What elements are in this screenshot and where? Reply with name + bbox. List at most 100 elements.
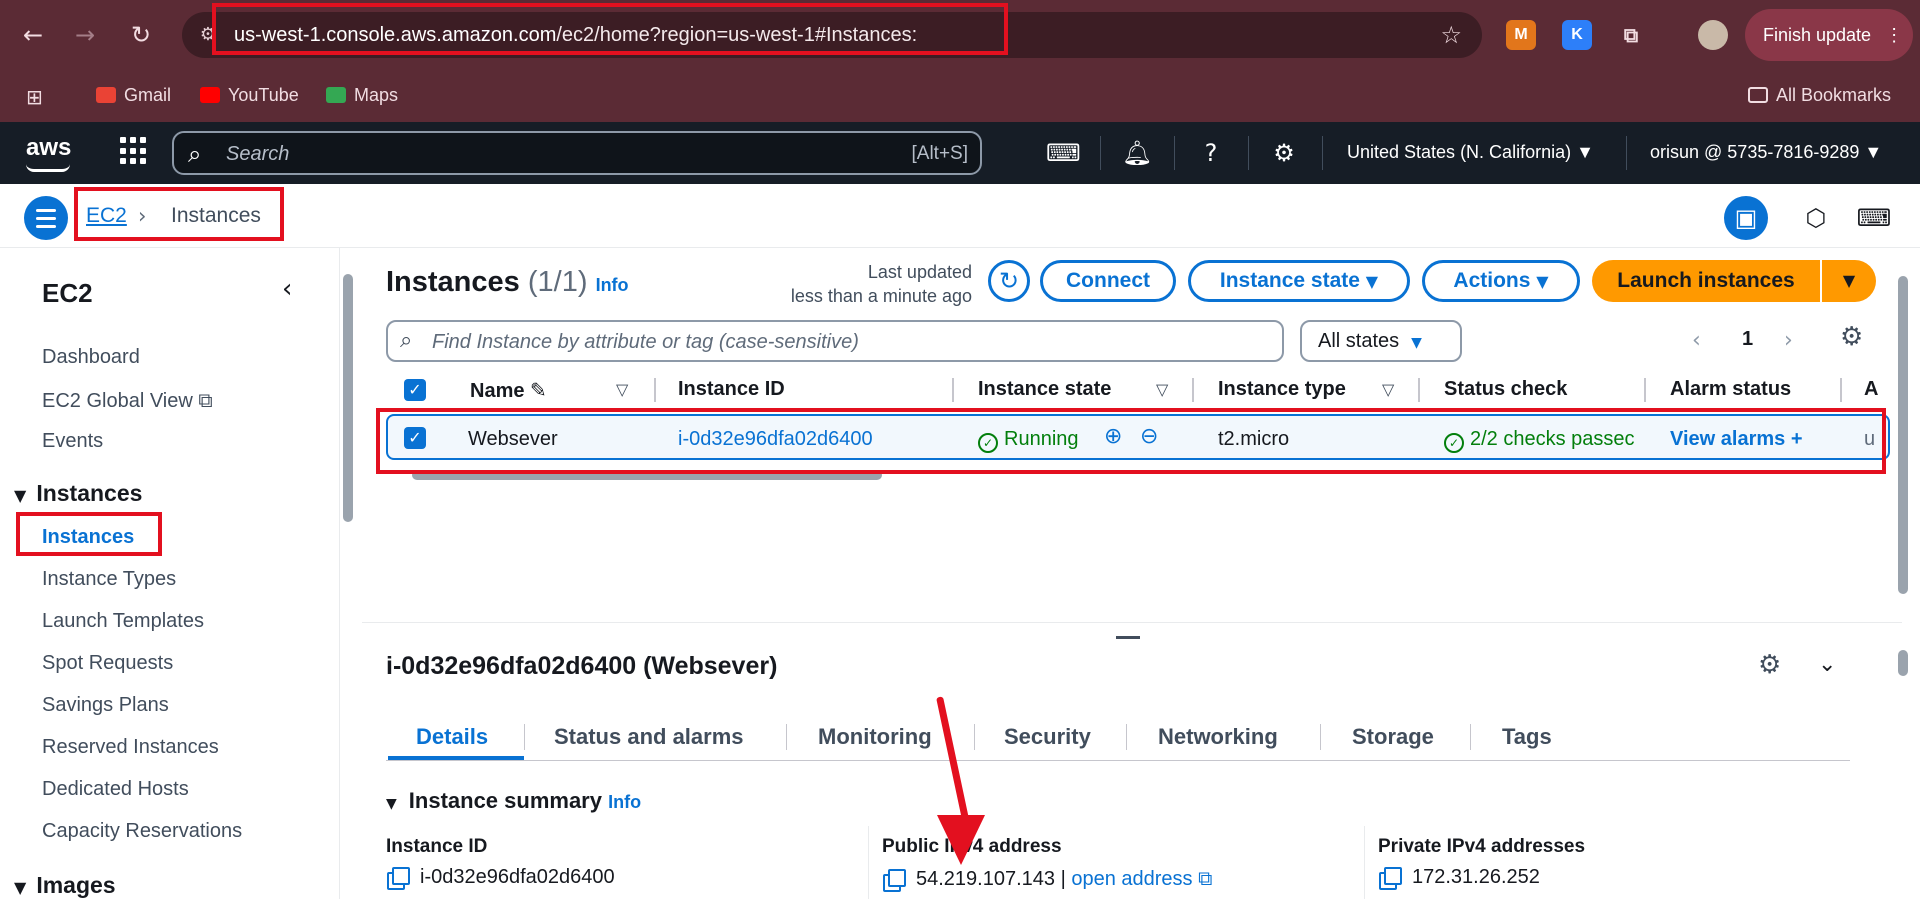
- details-scrollbar[interactable]: [1896, 630, 1910, 896]
- tab-storage[interactable]: Storage: [1352, 724, 1434, 750]
- edit-pencil-icon: ✎: [530, 378, 547, 402]
- extensions-puzzle-icon[interactable]: ⧉: [1616, 20, 1646, 50]
- tab-tags[interactable]: Tags: [1502, 724, 1552, 750]
- caret-down-icon: ▼: [1536, 272, 1549, 291]
- aws-logo[interactable]: aws: [26, 134, 71, 172]
- page-title: Instances (1/1) Info: [386, 266, 629, 298]
- sidebar-item-global-view[interactable]: EC2 Global View ⧉: [42, 388, 213, 413]
- instance-id-label: Instance ID: [386, 836, 488, 857]
- back-icon[interactable]: ←: [18, 20, 48, 50]
- last-updated: Last updated less than a minute ago: [790, 262, 972, 306]
- metamask-extension-icon[interactable]: M: [1506, 20, 1536, 50]
- sort-icon[interactable]: ▽: [1156, 380, 1168, 399]
- sidebar-item-reserved-instances[interactable]: Reserved Instances: [42, 736, 219, 759]
- gmail-icon: [96, 87, 116, 103]
- details-settings-gear-icon[interactable]: ⚙: [1758, 650, 1781, 680]
- aws-search-input[interactable]: ⌕ Search [Alt+S]: [172, 131, 982, 175]
- instance-filter-input[interactable]: ⌕ Find Instance by attribute or tag (cas…: [386, 320, 1284, 362]
- sidebar-item-capacity-reservations[interactable]: Capacity Reservations: [42, 820, 242, 843]
- region-selector[interactable]: United States (N. California) ▼: [1347, 142, 1594, 163]
- sidebar-instances-annotation-box: [16, 512, 162, 556]
- col-status-check[interactable]: Status check: [1444, 378, 1567, 401]
- col-instance-id[interactable]: Instance ID: [678, 378, 785, 401]
- tab-monitoring[interactable]: Monitoring: [818, 724, 932, 750]
- prev-page-icon[interactable]: ‹: [1692, 328, 1701, 353]
- col-extra[interactable]: A: [1864, 378, 1878, 401]
- account-menu[interactable]: orisun @ 5735-7816-9289 ▼: [1650, 142, 1882, 163]
- main-scrollbar[interactable]: [1896, 254, 1910, 612]
- connect-button[interactable]: Connect: [1040, 260, 1176, 302]
- breadcrumb-annotation-box: [74, 187, 284, 241]
- col-alarm-status[interactable]: Alarm status: [1670, 378, 1791, 401]
- chevron-down-icon[interactable]: ⌄: [1818, 652, 1836, 677]
- split-panel-icon[interactable]: ▣: [1724, 196, 1768, 240]
- folder-icon: [1748, 87, 1768, 103]
- sidebar-item-dedicated-hosts[interactable]: Dedicated Hosts: [42, 778, 189, 801]
- feedback-icon[interactable]: ⌨: [1852, 196, 1896, 240]
- launch-instances-button[interactable]: Launch instances: [1592, 260, 1820, 302]
- col-instance-type[interactable]: Instance type: [1218, 378, 1346, 401]
- bookmark-maps[interactable]: Maps: [326, 85, 398, 106]
- sidebar-item-launch-templates[interactable]: Launch Templates: [42, 610, 204, 633]
- launch-dropdown-button[interactable]: ▼: [1822, 260, 1876, 302]
- instance-id-value: i-0d32e96dfa02d6400: [392, 866, 615, 889]
- select-all-checkbox[interactable]: ✓: [404, 379, 426, 401]
- tab-networking[interactable]: Networking: [1158, 724, 1278, 750]
- table-settings-gear-icon[interactable]: ⚙: [1840, 322, 1863, 352]
- refresh-button[interactable]: ↻: [988, 260, 1030, 302]
- bookmark-star-icon[interactable]: ☆: [1440, 21, 1462, 49]
- sidebar-item-instance-types[interactable]: Instance Types: [42, 568, 176, 591]
- open-address-link[interactable]: open address: [1071, 868, 1192, 890]
- instance-state-button[interactable]: Instance state ▼: [1188, 260, 1410, 302]
- reload-icon[interactable]: ↻: [126, 20, 156, 50]
- all-bookmarks[interactable]: All Bookmarks: [1748, 85, 1891, 106]
- forward-icon[interactable]: →: [70, 20, 100, 50]
- instance-summary-header[interactable]: ▼ Instance summary Info: [386, 788, 641, 814]
- sidebar-item-savings-plans[interactable]: Savings Plans: [42, 694, 169, 717]
- help-icon[interactable]: ?: [1194, 136, 1228, 170]
- tab-details[interactable]: Details: [416, 724, 488, 750]
- sidebar-item-events[interactable]: Events: [42, 430, 103, 453]
- finish-update-button[interactable]: Finish update ⋮: [1745, 9, 1913, 61]
- sidebar-title: EC2: [42, 278, 93, 308]
- copy-icon[interactable]: [1384, 867, 1402, 885]
- k-extension-icon[interactable]: K: [1562, 20, 1592, 50]
- split-panel-handle[interactable]: [1116, 636, 1140, 639]
- split-divider: [362, 622, 1902, 623]
- row-annotation-box: [376, 408, 1886, 474]
- tab-security[interactable]: Security: [1004, 724, 1091, 750]
- caret-down-icon: ▼: [14, 486, 27, 505]
- sidebar-item-dashboard[interactable]: Dashboard: [42, 346, 140, 369]
- page-number[interactable]: 1: [1742, 328, 1753, 351]
- profile-avatar[interactable]: [1698, 20, 1728, 50]
- sidebar-section-images[interactable]: ▼ Images: [14, 872, 116, 899]
- sidebar-item-spot-requests[interactable]: Spot Requests: [42, 652, 173, 675]
- sort-icon[interactable]: ▽: [616, 380, 628, 399]
- next-page-icon[interactable]: ›: [1784, 328, 1793, 353]
- info-link[interactable]: Info: [596, 275, 629, 295]
- sort-icon[interactable]: ▽: [1382, 380, 1394, 399]
- apps-grid-icon[interactable]: ⊞: [26, 85, 43, 109]
- col-name[interactable]: Name ✎: [470, 378, 547, 403]
- copy-icon[interactable]: [888, 869, 906, 887]
- youtube-icon: [200, 87, 220, 103]
- services-menu-icon[interactable]: [120, 137, 148, 165]
- hexagon-icon[interactable]: ⬡: [1794, 196, 1838, 240]
- states-filter-select[interactable]: All states ▼: [1300, 320, 1462, 362]
- kebab-menu-icon: ⋮: [1885, 25, 1904, 45]
- cloudshell-icon[interactable]: ⌨: [1046, 136, 1081, 170]
- sidebar-scrollbar[interactable]: [342, 254, 354, 894]
- col-instance-state[interactable]: Instance state: [978, 378, 1111, 401]
- settings-gear-icon[interactable]: ⚙: [1267, 136, 1301, 170]
- actions-button[interactable]: Actions ▼: [1422, 260, 1580, 302]
- bookmark-gmail[interactable]: Gmail: [96, 85, 171, 106]
- collapse-sidebar-icon[interactable]: ‹: [282, 274, 292, 304]
- summary-info-link[interactable]: Info: [608, 792, 641, 812]
- sidebar-section-instances[interactable]: ▼ Instances: [14, 480, 142, 507]
- hamburger-menu-icon[interactable]: [24, 196, 68, 240]
- copy-icon[interactable]: [392, 867, 410, 885]
- tab-status-and-alarms[interactable]: Status and alarms: [554, 724, 744, 750]
- bookmark-youtube[interactable]: YouTube: [200, 85, 299, 106]
- notifications-bell-icon[interactable]: 🔔︎: [1120, 136, 1154, 170]
- details-title: i-0d32e96dfa02d6400 (Websever): [386, 652, 778, 680]
